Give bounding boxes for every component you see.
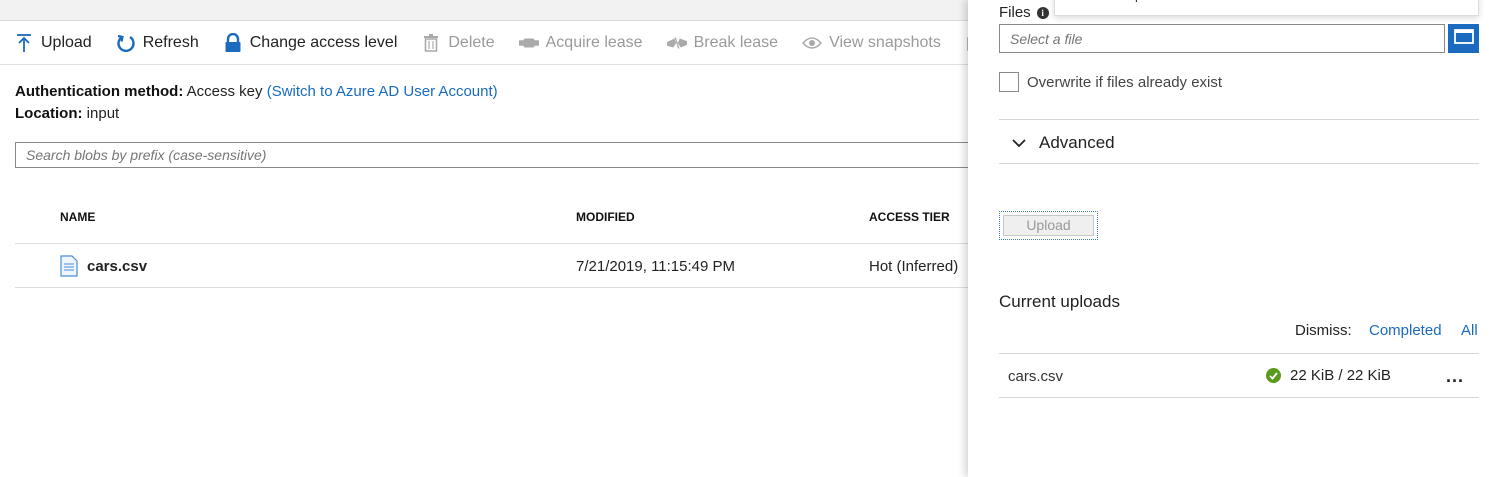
row-divider xyxy=(15,287,968,288)
uploads-divider-top xyxy=(999,353,1479,354)
acquire-lease-button[interactable]: Acquire lease xyxy=(518,33,643,53)
uploads-divider-bottom xyxy=(999,397,1479,398)
upload-button-label: Upload xyxy=(41,33,92,51)
location-label: Location: xyxy=(15,105,83,122)
auth-method-label: Authentication method: xyxy=(15,83,184,100)
lock-icon xyxy=(223,32,243,53)
dismiss-label: Dismiss: xyxy=(1295,322,1352,339)
refresh-button-label: Refresh xyxy=(142,33,199,51)
blob-name[interactable]: cars.csv xyxy=(87,258,147,275)
upload-blob-panel: Files i 22.38 KiB | 1 selected file Over… xyxy=(968,0,1489,477)
current-uploads-title: Current uploads xyxy=(999,292,1120,311)
browse-files-button[interactable] xyxy=(1448,24,1479,53)
info-icon[interactable]: i xyxy=(1036,6,1049,19)
auth-method-value: Access key xyxy=(186,83,263,100)
blob-modified: 7/21/2019, 11:15:49 PM xyxy=(576,258,736,275)
column-header-access-tier[interactable]: ACCESS TIER xyxy=(869,210,950,224)
upload-item-name: cars.csv xyxy=(1008,368,1064,385)
more-options-button[interactable]: ... xyxy=(1446,366,1464,387)
overwrite-checkbox[interactable] xyxy=(999,72,1019,92)
file-icon xyxy=(60,255,78,281)
advanced-label: Advanced xyxy=(1039,133,1115,152)
break-lease-button[interactable]: Break lease xyxy=(666,33,779,53)
eye-icon xyxy=(802,33,823,53)
files-label-row: Files i xyxy=(999,4,1049,21)
files-label: Files xyxy=(999,4,1031,21)
dismiss-completed-link[interactable]: Completed xyxy=(1369,322,1442,339)
location-value: input xyxy=(86,105,120,122)
upload-submit-button[interactable]: Upload xyxy=(999,211,1098,240)
view-snapshots-label: View snapshots xyxy=(829,33,941,51)
upload-item-progress: 22 KiB / 22 KiB xyxy=(1290,367,1391,384)
advanced-divider-top xyxy=(999,119,1479,120)
files-tooltip: 22.38 KiB | 1 selected file xyxy=(1054,0,1479,16)
command-bar: Upload Refresh Change access level Delet… xyxy=(0,21,983,65)
upload-item-status: 22 KiB / 22 KiB xyxy=(1266,367,1391,384)
delete-button[interactable]: Delete xyxy=(421,33,495,53)
trash-icon xyxy=(421,33,441,53)
upload-button[interactable]: Upload xyxy=(14,33,92,53)
change-access-level-button[interactable]: Change access level xyxy=(223,32,398,53)
advanced-divider-bottom xyxy=(999,163,1479,164)
file-select-input[interactable] xyxy=(999,24,1445,53)
chevron-down-icon xyxy=(1012,138,1026,148)
overwrite-label: Overwrite if files already exist xyxy=(1027,74,1223,91)
upload-arrow-icon xyxy=(14,33,34,53)
dismiss-all-link[interactable]: All xyxy=(1461,322,1478,339)
folder-icon xyxy=(1453,28,1474,49)
auth-method-line: Authentication method: Access key (Switc… xyxy=(15,83,498,100)
blob-access-tier: Hot (Inferred) xyxy=(869,258,959,275)
break-lease-icon xyxy=(666,33,687,53)
header-divider xyxy=(15,243,968,244)
acquire-lease-icon xyxy=(518,33,539,53)
change-access-level-label: Change access level xyxy=(249,33,398,51)
acquire-lease-label: Acquire lease xyxy=(545,33,643,51)
view-snapshots-button[interactable]: View snapshots xyxy=(802,33,941,53)
refresh-button[interactable]: Refresh xyxy=(116,33,199,53)
upload-submit-label: Upload xyxy=(1003,215,1094,236)
break-lease-label: Break lease xyxy=(693,33,779,51)
check-circle-icon xyxy=(1266,368,1281,383)
column-header-modified[interactable]: MODIFIED xyxy=(576,210,635,224)
switch-auth-link[interactable]: (Switch to Azure AD User Account) xyxy=(267,83,498,100)
column-header-name[interactable]: NAME xyxy=(60,210,95,224)
refresh-icon xyxy=(116,33,136,53)
location-line: Location: input xyxy=(15,105,119,122)
delete-button-label: Delete xyxy=(448,33,495,51)
search-input[interactable] xyxy=(15,142,975,168)
advanced-toggle[interactable]: Advanced xyxy=(1012,133,1115,153)
